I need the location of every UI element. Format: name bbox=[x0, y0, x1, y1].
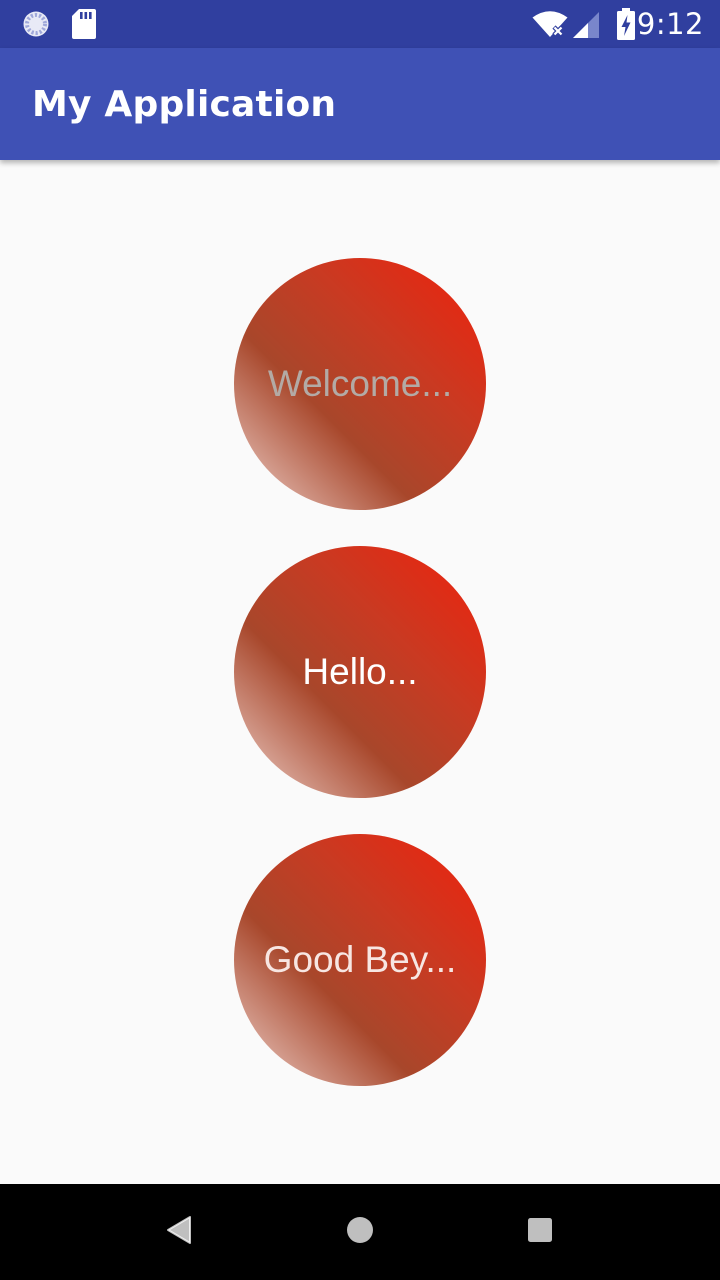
cell-signal-icon bbox=[572, 11, 600, 39]
sd-card-icon bbox=[72, 9, 100, 39]
goodbye-button[interactable]: Good Bey... bbox=[234, 834, 486, 1086]
back-button[interactable] bbox=[156, 1208, 204, 1256]
hello-button[interactable]: Hello... bbox=[234, 546, 486, 798]
battery-charging-icon bbox=[616, 8, 636, 40]
back-icon bbox=[166, 1215, 194, 1249]
navigation-bar bbox=[0, 1184, 720, 1280]
goodbye-button-label: Good Bey... bbox=[263, 939, 457, 980]
app-bar: My Application bbox=[0, 48, 720, 160]
welcome-button-label: Welcome... bbox=[267, 363, 453, 404]
page-title: My Application bbox=[32, 84, 337, 125]
clock-time: 9:12 bbox=[636, 7, 704, 41]
home-icon bbox=[346, 1216, 374, 1248]
home-button[interactable] bbox=[336, 1208, 384, 1256]
recents-button[interactable] bbox=[516, 1208, 564, 1256]
status-bar: 9:12 bbox=[0, 0, 720, 48]
recents-icon bbox=[527, 1217, 553, 1247]
hello-button-label: Hello... bbox=[302, 651, 418, 692]
wifi-icon bbox=[532, 10, 568, 38]
welcome-button[interactable]: Welcome... bbox=[234, 258, 486, 510]
sync-icon bbox=[22, 10, 50, 38]
